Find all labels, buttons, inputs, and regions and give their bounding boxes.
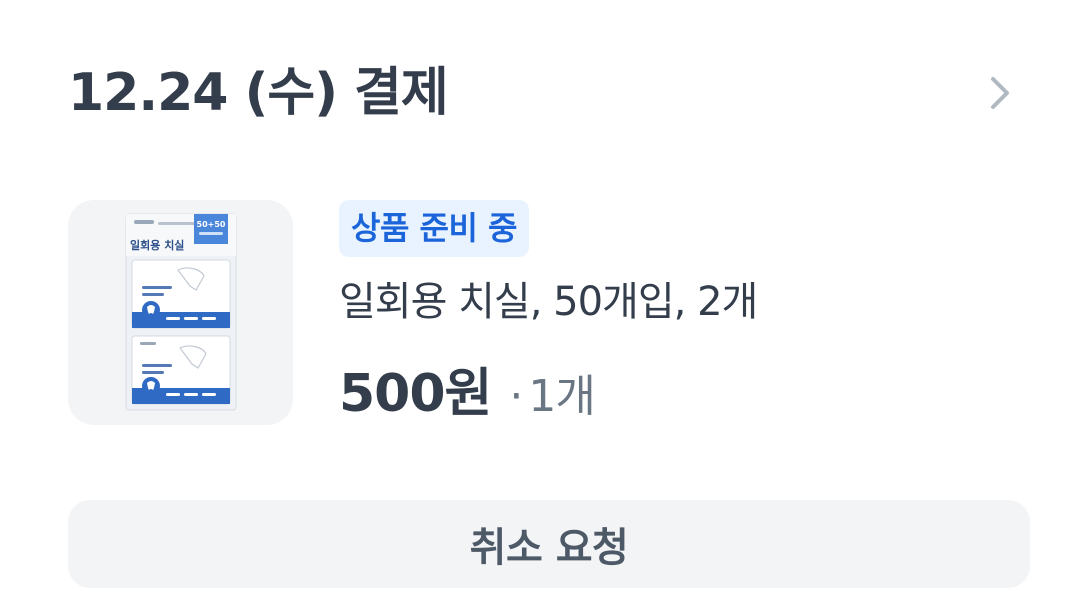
- status-badge: 상품 준비 중: [339, 200, 529, 257]
- quantity-separator: ·: [509, 371, 523, 422]
- cancel-request-button[interactable]: 취소 요청: [68, 500, 1030, 588]
- product-quantity: 1개: [528, 371, 595, 422]
- order-card: 12.24 (수) 결제 일회용 치실 50+50 상품 준비 중 일회용 치실…: [0, 0, 1080, 616]
- product-item[interactable]: 일회용 치실 50+50 상품 준비 중 일회용 치실, 50개입, 2개 50…: [68, 200, 1020, 426]
- order-header[interactable]: 12.24 (수) 결제: [68, 58, 1020, 128]
- product-thumbnail[interactable]: 일회용 치실 50+50: [68, 200, 293, 425]
- product-quantity-group: · 1개: [509, 360, 595, 424]
- order-date-title: 12.24 (수) 결제: [68, 63, 449, 123]
- product-price: 500원: [339, 364, 492, 424]
- price-line: 500원 · 1개: [339, 351, 757, 426]
- product-info: 상품 준비 중 일회용 치실, 50개입, 2개 500원 · 1개: [339, 200, 758, 426]
- product-name[interactable]: 일회용 치실, 50개입, 2개: [339, 277, 758, 327]
- svg-text:일회용 치실: 일회용 치실: [130, 238, 184, 252]
- svg-text:50+50: 50+50: [197, 220, 226, 229]
- floss-package-image: 일회용 치실 50+50: [125, 213, 237, 411]
- chevron-right-icon[interactable]: [980, 63, 1020, 123]
